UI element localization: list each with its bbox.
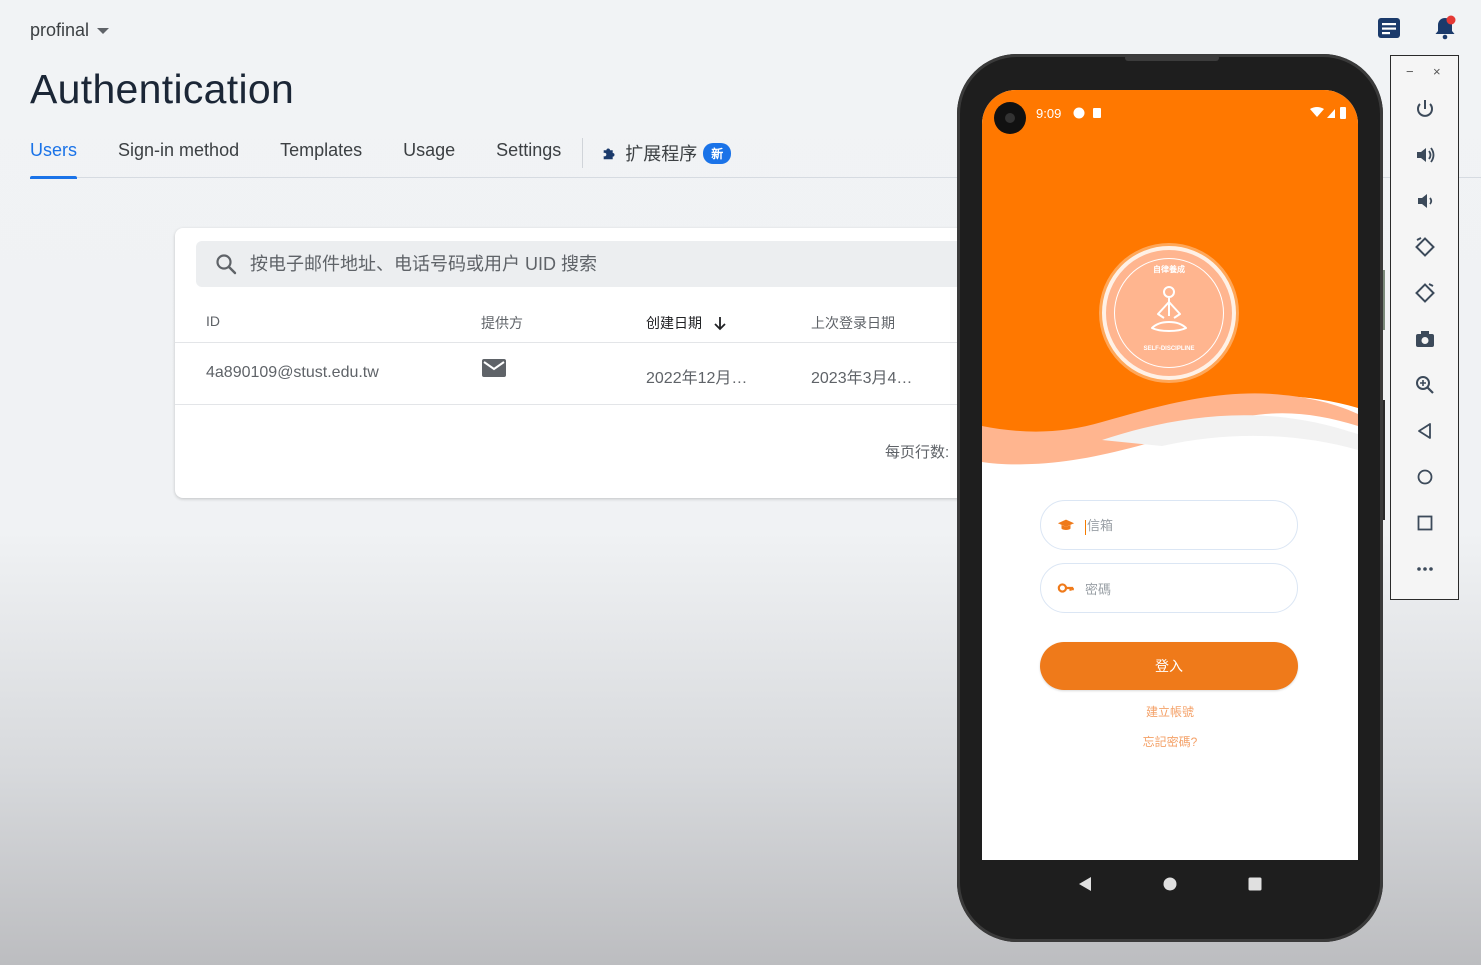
page-title: Authentication (30, 66, 295, 112)
password-placeholder: 密碼 (1085, 581, 1112, 597)
column-header-id[interactable]: ID (206, 313, 220, 329)
nav-back-icon[interactable] (1077, 876, 1093, 892)
rotate-right-icon[interactable] (1412, 280, 1438, 306)
rows-per-page-label: 每页行数: (885, 444, 950, 461)
front-camera-icon (994, 102, 1026, 134)
tab-divider (582, 138, 584, 168)
tab-templates[interactable]: Templates (280, 138, 362, 178)
register-link[interactable]: 建立帳號 (982, 703, 1358, 720)
column-header-last-signin[interactable]: 上次登录日期 (811, 313, 895, 333)
user-search-bar (196, 241, 975, 287)
home-icon[interactable] (1412, 464, 1438, 490)
nav-overview-icon[interactable] (1247, 876, 1263, 892)
tab-users[interactable]: Users (30, 138, 78, 179)
created-date-cell: 2022年12月… (646, 370, 748, 387)
status-time: 9:09 (1036, 106, 1062, 121)
release-notes-icon[interactable] (1375, 14, 1405, 44)
extensions-label: 扩展程序 (625, 144, 698, 164)
graduation-cap-icon (1057, 519, 1075, 530)
zoom-icon[interactable] (1412, 372, 1438, 398)
emulator-toolbar: − × (1390, 55, 1459, 600)
key-icon (1057, 583, 1074, 593)
puzzle-icon (603, 148, 615, 160)
arrow-down-icon (714, 317, 726, 331)
more-icon[interactable] (1412, 556, 1438, 582)
users-table-card: ID 提供方 创建日期 上次登录日期 4a890109@stust.edu.tw… (175, 228, 975, 498)
search-input[interactable] (250, 253, 850, 275)
power-icon[interactable] (1412, 96, 1438, 122)
volume-up-icon[interactable] (1412, 142, 1438, 168)
column-label: 创建日期 (646, 315, 702, 331)
camera-icon[interactable] (1412, 326, 1438, 352)
meditation-icon (1151, 286, 1187, 332)
text-cursor (1085, 519, 1086, 535)
column-header-created[interactable]: 创建日期 (646, 313, 728, 333)
divider (175, 404, 975, 405)
phone-speaker (1125, 55, 1219, 61)
logo-title: 自律養成 (1153, 265, 1185, 274)
column-label: 上次登录日期 (811, 315, 895, 331)
last-signin-cell: 2023年3月4… (811, 370, 913, 387)
user-id-cell: 4a890109@stust.edu.tw (206, 364, 379, 381)
column-label: 提供方 (481, 315, 523, 331)
new-badge: 新 (703, 142, 732, 164)
email-placeholder: 信箱 (1085, 515, 1114, 535)
tab-settings[interactable]: Settings (496, 138, 561, 178)
tab-sign-in-method[interactable]: Sign-in method (118, 138, 239, 178)
volume-down-icon[interactable] (1412, 188, 1438, 214)
divider (175, 342, 975, 343)
status-bar: 9:09 (982, 90, 1358, 136)
project-name: profinal (30, 20, 90, 40)
column-label: ID (206, 313, 220, 329)
login-button[interactable]: 登入 (1040, 642, 1298, 690)
email-field[interactable]: 信箱 (1040, 500, 1298, 550)
tab-usage[interactable]: Usage (403, 138, 455, 178)
password-field[interactable]: 密碼 (1040, 563, 1298, 613)
status-app-icons (1073, 107, 1101, 119)
logo-subtitle: SELF-DISCIPLINE (1143, 346, 1195, 352)
search-icon (216, 254, 237, 275)
android-nav-bar (982, 860, 1358, 908)
notifications-icon[interactable] (1431, 14, 1461, 44)
tab-extensions[interactable]: 扩展程序 新 (601, 138, 732, 166)
project-switcher[interactable]: profinal (30, 20, 110, 41)
back-icon[interactable] (1412, 418, 1438, 444)
phone-screen: 9:09 自律養成 SELF-DISCIPLINE 信箱 密碼 登入 建立帳號 … (982, 90, 1358, 860)
minimize-button[interactable]: − (1406, 64, 1414, 79)
header-actions (1375, 14, 1461, 44)
column-header-provider: 提供方 (481, 313, 523, 333)
mail-icon (482, 359, 506, 382)
overview-icon[interactable] (1412, 510, 1438, 536)
email-placeholder-text: 信箱 (1087, 518, 1114, 534)
forgot-password-link[interactable]: 忘記密碼? (982, 733, 1358, 750)
rotate-left-icon[interactable] (1412, 234, 1438, 260)
signal-battery-icon (1310, 107, 1346, 119)
nav-home-icon[interactable] (1162, 876, 1178, 892)
close-button[interactable]: × (1433, 64, 1441, 79)
app-logo: 自律養成 SELF-DISCIPLINE (1102, 246, 1236, 380)
chevron-down-icon (97, 27, 110, 34)
